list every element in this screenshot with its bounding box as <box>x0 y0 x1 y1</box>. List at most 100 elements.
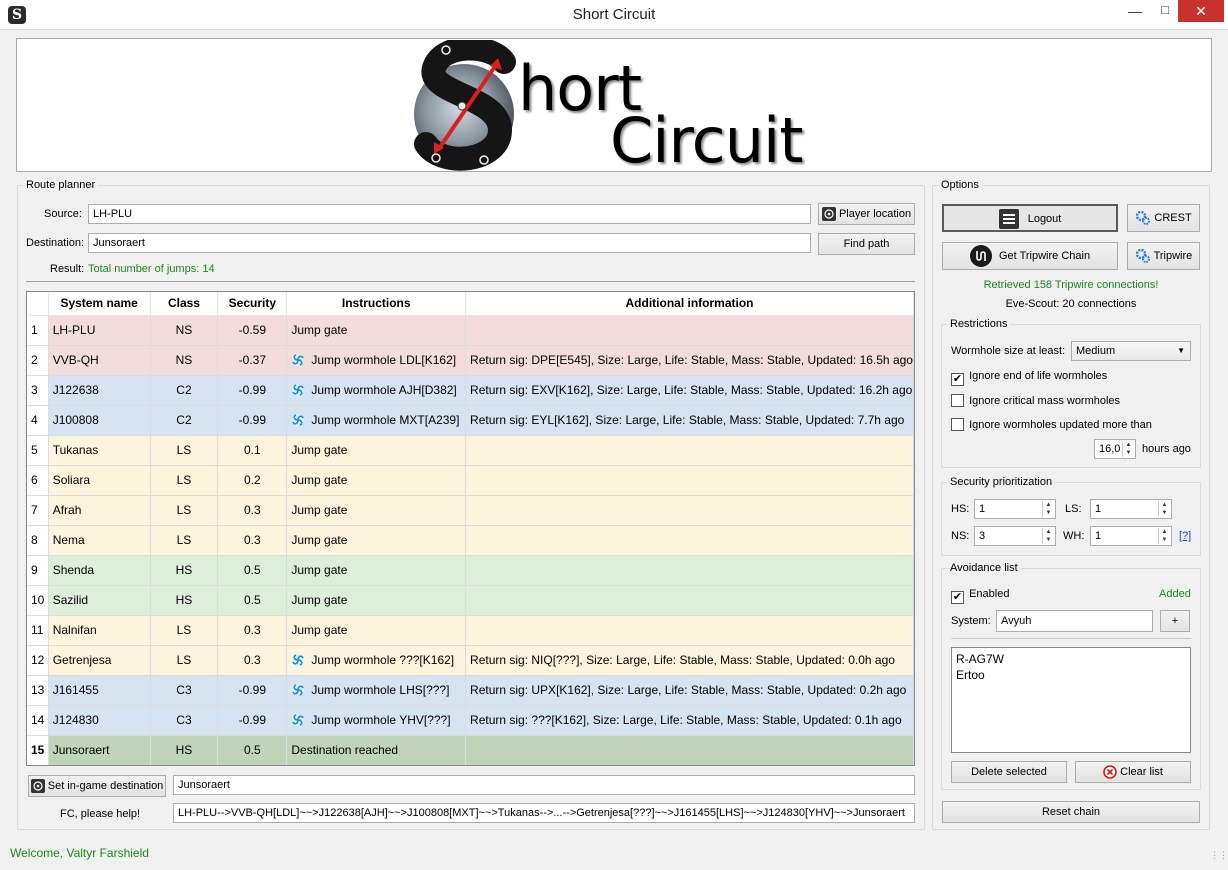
table-row[interactable]: 2 VVB-QH NS -0.37 Jump wormhole LDL[K162] Ret… <box>27 345 914 376</box>
list-item[interactable]: Ertoo <box>956 667 1186 683</box>
get-tripwire-chain-button[interactable]: Get Tripwire Chain <box>942 242 1118 270</box>
ignore-eol-row[interactable]: ✔ Ignore end of life wormholes <box>951 370 1107 386</box>
class-cell: C2 <box>150 375 219 406</box>
crest-button[interactable]: CREST <box>1127 204 1200 232</box>
player-location-button[interactable]: Player location <box>818 203 915 225</box>
table-row[interactable]: 6 Soliara LS 0.2 Jump gate <box>27 465 914 496</box>
table-row[interactable]: 11 Nalnifan LS 0.3 Jump gate <box>27 615 914 646</box>
system-name-cell: J124830 <box>48 705 151 736</box>
table-row[interactable]: 8 Nema LS 0.3 Jump gate <box>27 525 914 556</box>
instructions-text: Jump gate <box>291 563 348 577</box>
table-row[interactable]: 12 Getrenjesa LS 0.3 Jump wormhole ???[K162]… <box>27 645 914 676</box>
security-cell: 0.1 <box>217 435 288 466</box>
security-help-link[interactable]: [?] <box>1179 530 1191 542</box>
col-system-name[interactable]: System name <box>48 292 151 316</box>
logout-button[interactable]: Logout <box>942 204 1118 232</box>
row-number: 3 <box>27 375 49 406</box>
maximize-button[interactable]: □ <box>1152 0 1178 22</box>
system-name-cell: VVB-QH <box>48 345 151 376</box>
hs-spinbox[interactable]: 1 ▲ ▼ <box>974 499 1056 519</box>
spin-arrows-icon[interactable]: ▲ ▼ <box>1158 528 1170 544</box>
class-cell: NS <box>150 315 219 346</box>
wh-size-value: Medium <box>1076 345 1116 357</box>
result-value: Total number of jumps: 14 <box>88 263 215 275</box>
instructions-cell: Jump wormhole LDL[K162] <box>286 345 467 376</box>
result-label: Result: <box>50 263 85 275</box>
ignore-updated-row[interactable]: Ignore wormholes updated more than <box>951 418 1152 431</box>
row-number: 12 <box>27 645 49 676</box>
divider <box>951 638 1191 639</box>
instructions-text: Jump wormhole LDL[K162] <box>311 353 457 367</box>
table-row[interactable]: 7 Afrah LS 0.3 Jump gate <box>27 495 914 526</box>
ignore-crit-row[interactable]: Ignore critical mass wormholes <box>951 394 1120 407</box>
instructions-text: Jump gate <box>291 623 348 637</box>
system-name-cell: Tukanas <box>48 435 151 466</box>
list-item[interactable]: R-AG7W <box>956 651 1186 667</box>
ls-spinbox[interactable]: 1 ▲ ▼ <box>1090 499 1172 519</box>
fc-route-string[interactable]: LH-PLU-->VVB-QH[LDL]~~>J122638[AJH]~~>J1… <box>173 803 915 823</box>
minimize-button[interactable]: — <box>1118 0 1152 22</box>
route-table[interactable]: System name Class Security Instructions … <box>26 291 915 766</box>
table-row[interactable]: 3 J122638 C2 -0.99 Jump wormhole AJH[D382] Re… <box>27 375 914 406</box>
table-row[interactable]: 14 J124830 C3 -0.99 Jump wormhole YHV[???] Re… <box>27 705 914 736</box>
col-instructions[interactable]: Instructions <box>286 292 467 316</box>
table-row[interactable]: 9 Shenda HS 0.5 Jump gate <box>27 555 914 586</box>
ns-spinbox[interactable]: 3 ▲ ▼ <box>974 526 1056 546</box>
avoidance-enabled-checkbox[interactable]: ✔ <box>951 591 964 604</box>
class-cell: LS <box>150 495 219 526</box>
instructions-cell: Jump wormhole YHV[???] <box>286 705 467 736</box>
ignore-eol-checkbox[interactable]: ✔ <box>951 373 964 386</box>
reset-chain-button[interactable]: Reset chain <box>942 801 1200 823</box>
window-title: Short Circuit <box>572 6 656 23</box>
status-text: Welcome, Valtyr Farshield <box>10 846 149 860</box>
wh-size-select[interactable]: Medium ▼ <box>1071 341 1191 361</box>
wh-spinbox[interactable]: 1 ▲ ▼ <box>1090 526 1172 546</box>
security-cell: 0.3 <box>217 495 288 526</box>
class-cell: LS <box>150 615 219 646</box>
table-row[interactable]: 1 LH-PLU NS -0.59 Jump gate <box>27 315 914 346</box>
tripwire-button[interactable]: Tripwire <box>1127 242 1200 270</box>
ignore-crit-checkbox[interactable] <box>951 394 964 407</box>
logo-text-circuit: Circuit <box>610 104 804 177</box>
instructions-text: Jump wormhole ???[K162] <box>311 653 455 667</box>
spin-arrows-icon[interactable]: ▲ ▼ <box>1122 441 1134 457</box>
avoidance-enabled-row[interactable]: ✔ Enabled <box>951 588 1009 604</box>
spin-arrows-icon[interactable]: ▲ ▼ <box>1158 501 1170 517</box>
source-input[interactable]: LH-PLU <box>88 204 811 224</box>
clear-list-button[interactable]: Clear list <box>1075 761 1191 783</box>
additional-info-cell: Return sig: EXV[K162], Size: Large, Life… <box>465 375 914 406</box>
route-planner-label: Route planner <box>23 179 99 191</box>
row-number: 2 <box>27 345 49 376</box>
destination-input[interactable]: Junsoraert <box>88 233 811 253</box>
instructions-text: Jump gate <box>291 593 348 607</box>
additional-info-cell <box>465 555 914 586</box>
table-row[interactable]: 15 Junsoraert HS 0.5 Destination reached <box>27 735 914 765</box>
delete-selected-button[interactable]: Delete selected <box>951 761 1067 783</box>
wormhole-icon <box>292 714 305 726</box>
col-security[interactable]: Security <box>217 292 288 316</box>
avoidance-list[interactable]: R-AG7W Ertoo <box>951 647 1191 753</box>
col-class[interactable]: Class <box>150 292 219 316</box>
spin-arrows-icon[interactable]: ▲ ▼ <box>1042 501 1054 517</box>
added-status: Added <box>1159 588 1191 600</box>
ingame-destination-input[interactable]: Junsoraert <box>173 775 915 795</box>
find-path-button[interactable]: Find path <box>818 233 915 255</box>
table-row[interactable]: 13 J161455 C3 -0.99 Jump wormhole LHS[???] Re… <box>27 675 914 706</box>
row-number: 11 <box>27 615 49 646</box>
security-cell: -0.99 <box>217 675 288 706</box>
table-row[interactable]: 5 Tukanas LS 0.1 Jump gate <box>27 435 914 466</box>
class-cell: C2 <box>150 405 219 436</box>
add-avoid-button[interactable]: + <box>1160 610 1190 632</box>
avoid-system-input[interactable]: Avyuh <box>996 610 1153 632</box>
table-row[interactable]: 10 Sazilid HS 0.5 Jump gate <box>27 585 914 616</box>
resize-grip[interactable]: ⋮⋮ <box>1210 851 1228 864</box>
spin-arrows-icon[interactable]: ▲ ▼ <box>1042 528 1054 544</box>
ignore-updated-checkbox[interactable] <box>951 418 964 431</box>
fc-label: FC, please help! <box>60 808 141 820</box>
row-number: 15 <box>27 735 49 765</box>
hours-spinbox[interactable]: 16,0 ▲ ▼ <box>1094 439 1136 459</box>
set-ingame-destination-button[interactable]: Set in-game destination <box>28 775 166 797</box>
table-row[interactable]: 4 J100808 C2 -0.99 Jump wormhole MXT[A239] Re… <box>27 405 914 436</box>
col-additional-info[interactable]: Additional information <box>465 292 914 316</box>
close-button[interactable]: ✕ <box>1178 0 1224 22</box>
